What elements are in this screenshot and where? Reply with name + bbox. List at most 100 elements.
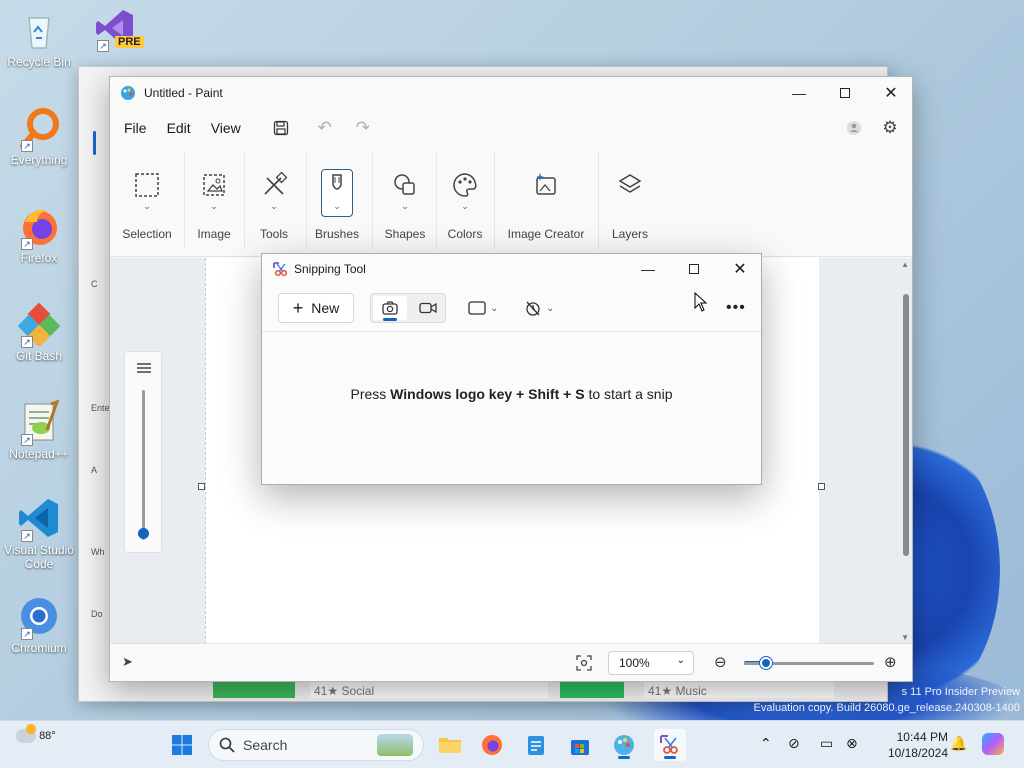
- scrollbar-thumb[interactable]: [903, 294, 909, 556]
- palette-icon: [453, 173, 477, 197]
- menu-view[interactable]: View: [201, 114, 251, 142]
- save-icon[interactable]: [265, 113, 297, 143]
- snip-minimize-button[interactable]: ―: [625, 254, 671, 284]
- notification-bell-icon[interactable]: 🔔: [950, 735, 967, 752]
- snipping-tool-app-icon: [273, 262, 288, 277]
- mouse-cursor-icon: [694, 292, 708, 312]
- video-mode-button[interactable]: [411, 296, 445, 320]
- cloud-icon: [16, 724, 36, 743]
- chromium-icon: ↗: [17, 594, 61, 640]
- account-icon[interactable]: [838, 113, 870, 143]
- scroll-up-icon[interactable]: ▲: [901, 260, 909, 269]
- close-button[interactable]: ✕: [868, 77, 914, 109]
- snip-close-button[interactable]: ✕: [717, 254, 763, 284]
- chevron-down-icon: ⌄: [333, 201, 341, 211]
- minimize-button[interactable]: ―: [776, 77, 822, 109]
- chevron-up-icon[interactable]: ⌃: [760, 735, 772, 752]
- chevron-down-icon: ⌄: [143, 201, 151, 211]
- taskbar-clock[interactable]: 10:44 PM 10/18/2024: [868, 729, 948, 761]
- chevron-down-icon: ⌄: [676, 655, 685, 666]
- layers-icon: [618, 174, 642, 193]
- ribbon-group-image[interactable]: ⌄ Image: [186, 149, 242, 253]
- snip-maximize-button[interactable]: [671, 254, 717, 284]
- copilot-icon[interactable]: [982, 733, 1004, 755]
- undo-icon[interactable]: ↶: [309, 113, 341, 143]
- menu-file[interactable]: File: [114, 114, 157, 142]
- ribbon-group-colors[interactable]: ⌄ Colors: [438, 149, 492, 253]
- screenshot-mode-button[interactable]: [373, 296, 407, 321]
- chevron-down-icon: ⌄: [546, 302, 555, 314]
- paint-statusbar: ➤ 100% ⌄ ⊖ ⊕: [110, 643, 912, 681]
- settings-gear-icon[interactable]: ⚙: [874, 113, 906, 143]
- taskbar-search[interactable]: Search: [208, 729, 424, 761]
- ribbon-group-selection[interactable]: ⌄ Selection: [114, 149, 180, 253]
- vertical-scrollbar[interactable]: ▲ ▼: [898, 258, 912, 644]
- ribbon-group-layers[interactable]: Layers: [600, 149, 660, 253]
- taskbar-snipping-tool[interactable]: [654, 729, 686, 761]
- paint-title: Untitled - Paint: [144, 86, 223, 100]
- ribbon-group-tools[interactable]: ⌄ Tools: [246, 149, 302, 253]
- start-button[interactable]: [166, 729, 198, 761]
- desktop-icon-visual-studio[interactable]: PRE ↗: [78, 6, 152, 53]
- taskbar: 88° Search ⌃ ⊘ ▭ ⊗ 10:44 PM 10/18/2024 🔔: [0, 720, 1024, 768]
- size-slider-track[interactable]: [142, 390, 145, 540]
- selection-icon: [135, 173, 159, 197]
- whatsapp-tile: [213, 682, 295, 698]
- size-slider-thumb[interactable]: [138, 528, 149, 539]
- taskbar-notepad[interactable]: [520, 729, 552, 761]
- redo-icon[interactable]: ↷: [347, 113, 379, 143]
- new-snip-button[interactable]: + New: [278, 293, 354, 323]
- brush-size-panel[interactable]: [124, 351, 162, 553]
- chevron-down-icon: ⌄: [461, 201, 469, 211]
- taskbar-paint[interactable]: [608, 729, 640, 761]
- volume-mute-icon[interactable]: ⊗: [846, 735, 858, 752]
- paint-app-icon: [614, 735, 634, 755]
- search-icon: [219, 737, 235, 753]
- ribbon-group-shapes[interactable]: ⌄ Shapes: [374, 149, 436, 253]
- notepad-plus-plus-icon: ↗: [17, 399, 61, 446]
- more-options-icon[interactable]: •••: [726, 293, 746, 323]
- pointer-icon: ➤: [122, 654, 133, 669]
- ribbon-group-image-creator[interactable]: Image Creator: [496, 149, 596, 253]
- weather-widget[interactable]: 88°: [16, 724, 56, 743]
- active-indicator: [383, 318, 397, 321]
- stroke-size-icon: [137, 363, 151, 373]
- resize-handle[interactable]: [818, 483, 825, 490]
- recycle-bin-icon: [17, 8, 61, 52]
- visual-studio-icon: PRE ↗: [93, 6, 144, 52]
- music-tile: 41★ Music: [644, 682, 834, 698]
- taskbar-store[interactable]: [564, 729, 596, 761]
- taskbar-firefox[interactable]: [476, 729, 508, 761]
- maximize-button[interactable]: [822, 77, 868, 109]
- fit-screen-icon[interactable]: [576, 655, 592, 671]
- desktop-icon-everything[interactable]: ↗ Everything: [2, 106, 76, 167]
- resize-handle[interactable]: [198, 483, 205, 490]
- network-off-icon[interactable]: ⊘: [788, 735, 800, 752]
- desktop-icon-vscode[interactable]: ↗ Visual Studio Code: [2, 496, 76, 571]
- zoom-slider-thumb[interactable]: [760, 657, 772, 669]
- watermark-line-2: Evaluation copy. Build 26080.ge_release.…: [753, 702, 1020, 714]
- snipping-tool-window[interactable]: Snipping Tool ― ✕ + New ⌄ ⌄ ••• Press Wi…: [261, 253, 762, 485]
- windows-logo-icon: [172, 735, 192, 755]
- desktop-icon-notepad-plus-plus[interactable]: ↗ Notepad++: [2, 399, 76, 461]
- zoom-out-icon[interactable]: ⊖: [714, 653, 727, 671]
- snip-delay-dropdown[interactable]: ⌄: [524, 293, 554, 323]
- shortcut-arrow-icon: ↗: [97, 40, 109, 52]
- desktop-icon-firefox[interactable]: ↗ Firefox: [2, 204, 76, 265]
- chevron-down-icon: ⌄: [490, 302, 499, 314]
- desktop-icon-chromium[interactable]: ↗ Chromium: [2, 594, 76, 655]
- firefox-icon: ↗: [17, 204, 61, 250]
- zoom-in-icon[interactable]: ⊕: [884, 653, 897, 671]
- snip-shape-dropdown[interactable]: ⌄: [468, 293, 498, 323]
- zoom-select[interactable]: 100% ⌄: [608, 651, 694, 675]
- ribbon-group-brushes[interactable]: ⌄ Brushes: [308, 149, 366, 253]
- notepad-icon: [528, 736, 544, 755]
- scroll-down-icon[interactable]: ▼: [901, 633, 909, 642]
- desktop-icon-recycle-bin[interactable]: Recycle Bin: [2, 8, 76, 69]
- pre-badge: PRE: [115, 36, 144, 48]
- menu-edit[interactable]: Edit: [157, 114, 201, 142]
- capture-mode-toggle: [370, 293, 446, 323]
- display-icon[interactable]: ▭: [820, 735, 833, 752]
- desktop-icon-git-bash[interactable]: ↗ Git Bash: [2, 302, 76, 363]
- taskbar-file-explorer[interactable]: [434, 729, 466, 761]
